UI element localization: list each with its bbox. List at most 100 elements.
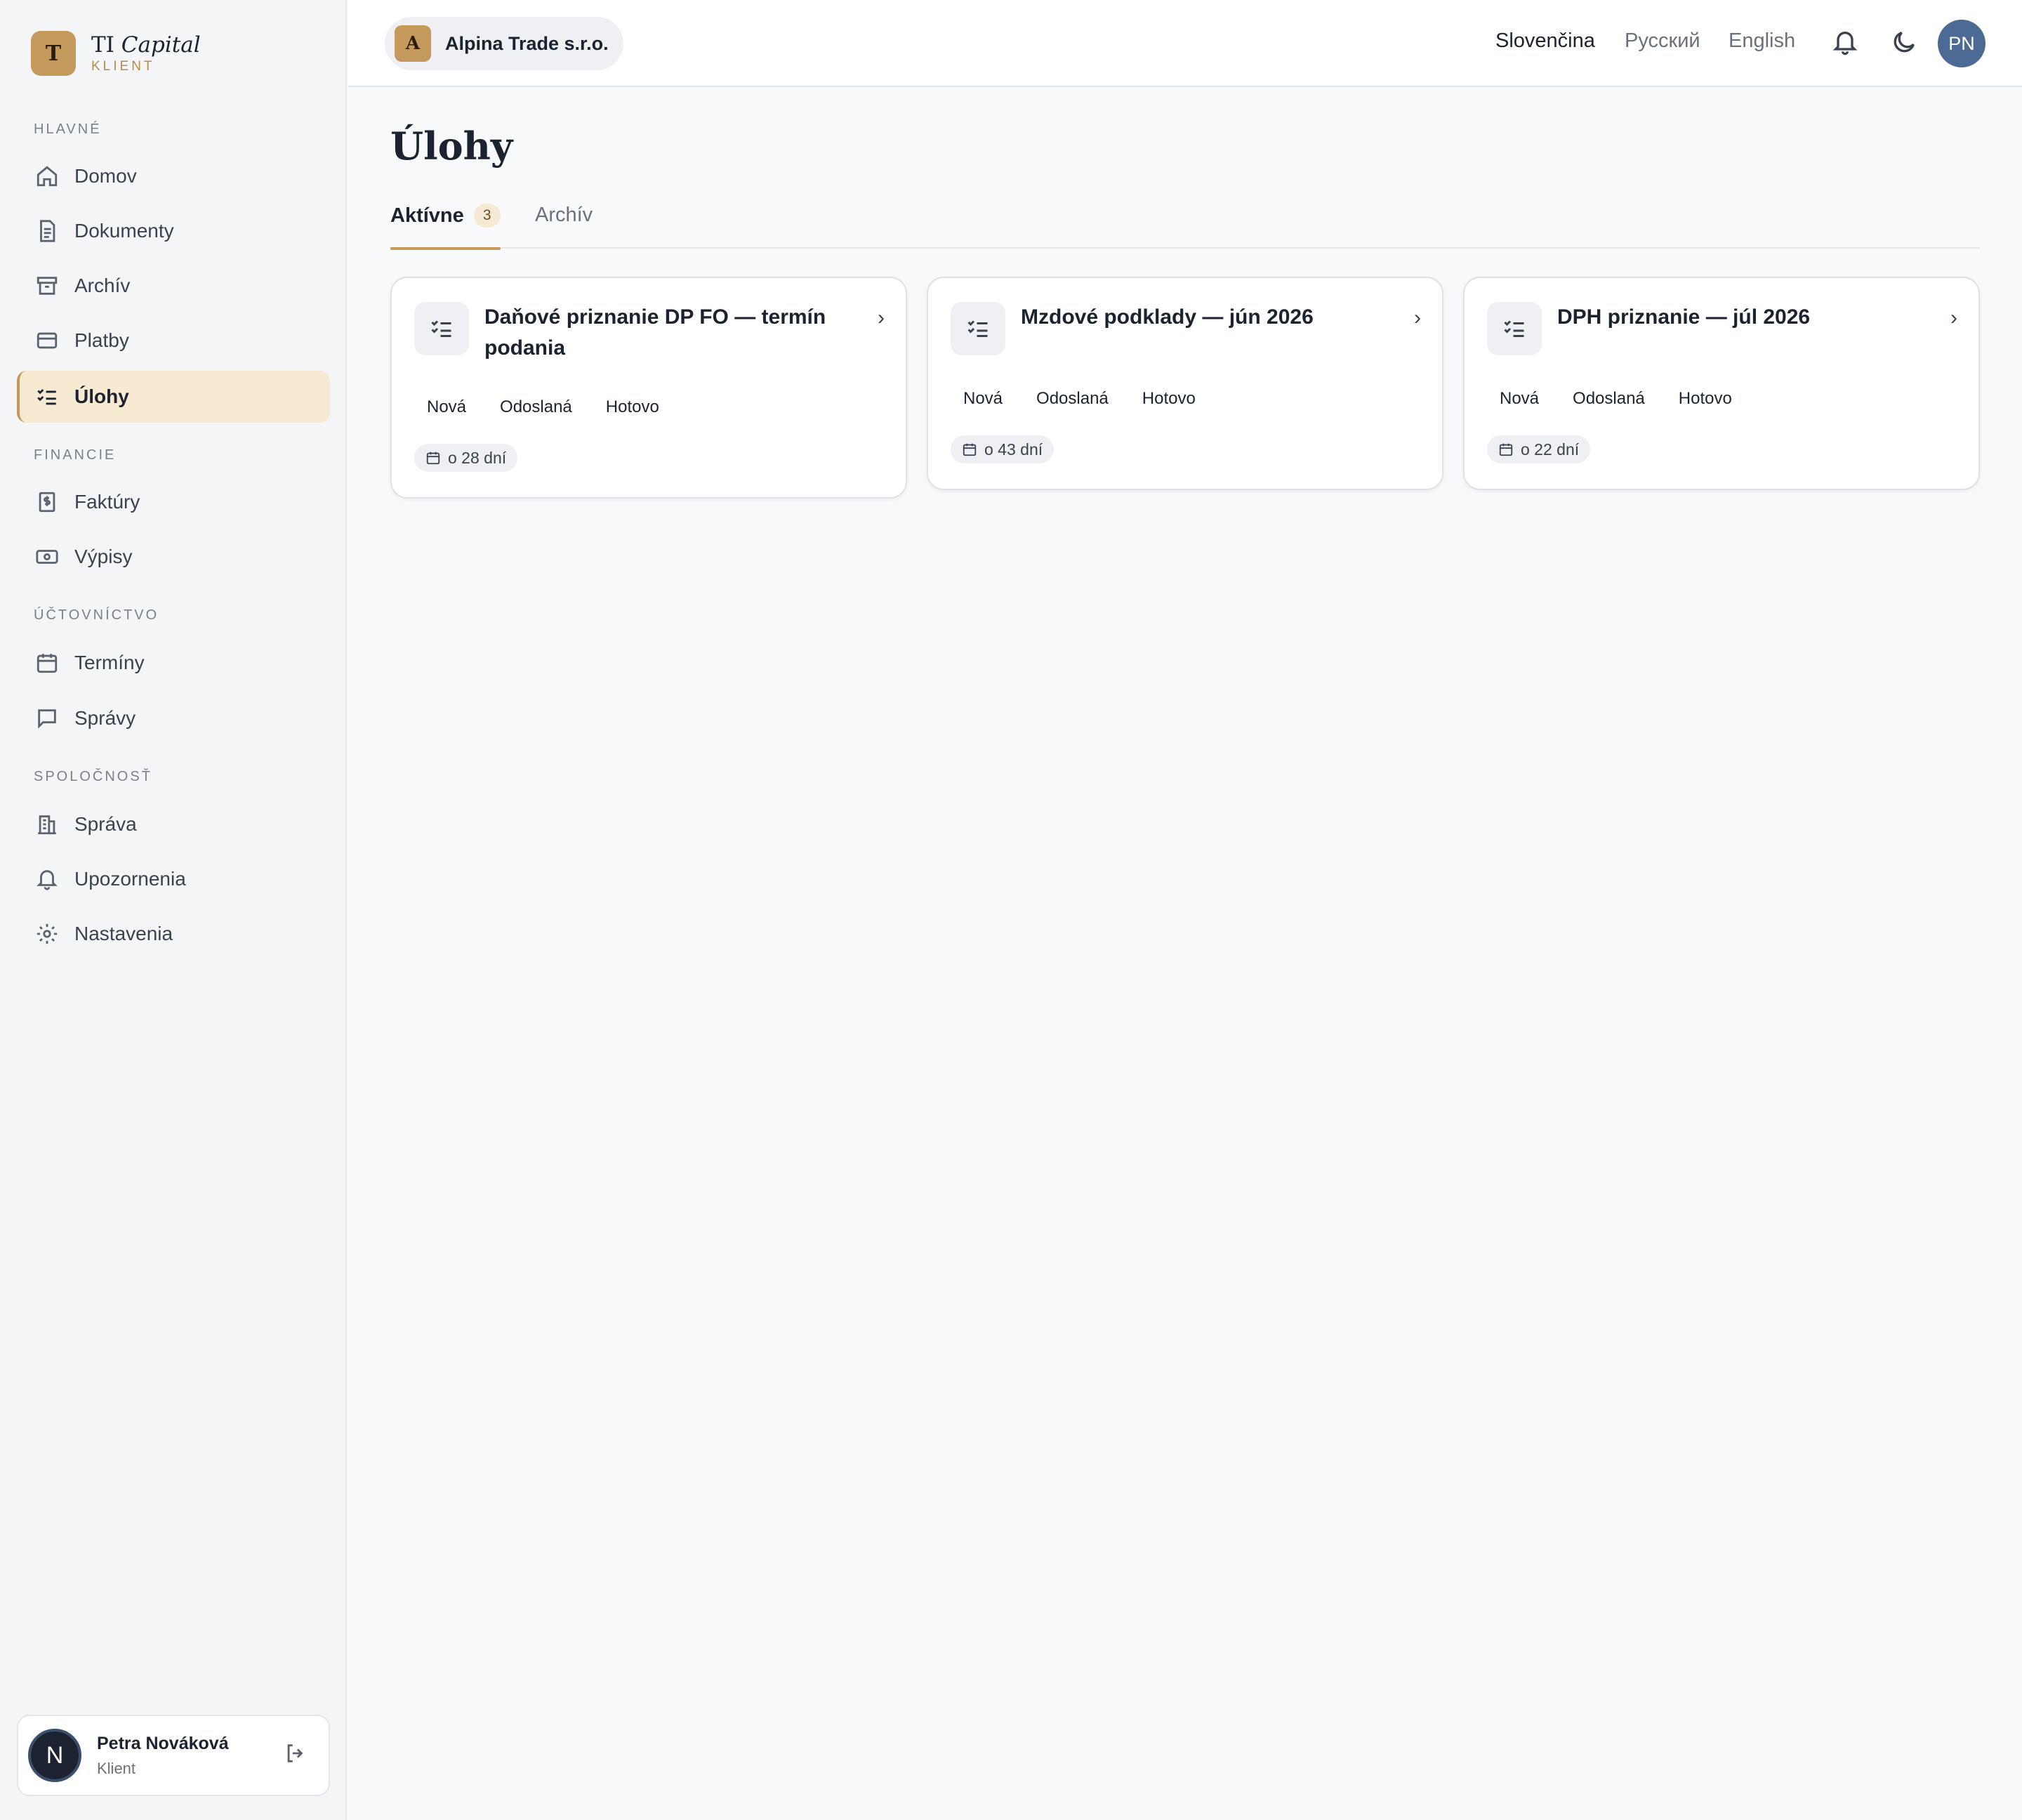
calendar-icon — [37, 654, 58, 673]
user-card: N Petra Nováková Klient — [17, 1715, 330, 1796]
section-label-financie: FINANCIE — [34, 447, 117, 463]
due-badge: o 28 dní — [414, 444, 518, 472]
sidebar-item-nastavenia[interactable]: Nastavenia — [17, 908, 330, 960]
theme-toggle[interactable] — [1890, 28, 1921, 59]
calendar-icon — [426, 451, 440, 465]
task-card[interactable]: DPH priznanie — júl 2026 › Nová Odoslaná… — [1463, 277, 1980, 490]
tab-label: Aktívne — [390, 204, 464, 227]
count-badge: 3 — [473, 204, 501, 228]
checklist-icon — [967, 320, 988, 337]
due-text: o 28 dní — [448, 448, 507, 467]
sidebar-item-spravy[interactable]: Správy — [17, 692, 330, 744]
sidebar-item-label: Úlohy — [74, 385, 129, 407]
sidebar-item-label: Dokumenty — [74, 220, 174, 242]
chevron-right-icon: › — [1950, 306, 1957, 329]
calendar-icon — [963, 443, 977, 456]
top-header: A Alpina Trade s.r.o. Slovenčina Русский… — [348, 0, 2022, 87]
home-icon — [37, 166, 58, 187]
step-nova: Nová — [963, 389, 1003, 408]
sidebar-item-label: Upozornenia — [74, 868, 186, 890]
tab-archiv[interactable]: Archív — [535, 204, 593, 227]
avatar[interactable]: N — [28, 1729, 81, 1782]
sidebar-item-dokumenty[interactable]: Dokumenty — [17, 205, 330, 257]
due-text: o 43 dní — [984, 440, 1043, 459]
logout-button[interactable] — [284, 1741, 312, 1769]
bell-icon — [1832, 32, 1858, 55]
sidebar-item-label: Faktúry — [74, 491, 140, 513]
sidebar-item-faktury[interactable]: Faktúry — [17, 476, 330, 528]
sidebar-item-label: Správa — [74, 813, 137, 835]
sidebar-item-ulohy[interactable]: Úlohy — [17, 371, 330, 423]
bell-icon — [37, 870, 58, 890]
tab-aktivne[interactable]: Aktívne 3 — [390, 204, 501, 250]
step-hotovo: Hotovo — [1142, 389, 1196, 408]
task-card[interactable]: Daňové priznanie DP FO — termín podania … — [390, 277, 907, 499]
company-switcher[interactable]: A Alpina Trade s.r.o. — [385, 17, 623, 70]
sidebar-item-domov[interactable]: Domov — [17, 150, 330, 202]
due-text: o 22 dní — [1521, 440, 1580, 459]
tab-label: Archív — [535, 204, 593, 226]
brand-mark: T — [31, 31, 76, 76]
banknote-icon — [36, 550, 58, 564]
task-steps: Nová Odoslaná Hotovo — [427, 397, 693, 417]
lang-slovencina[interactable]: Slovenčina — [1495, 29, 1595, 53]
moon-icon — [1894, 32, 1915, 53]
step-odoslana: Odoslaná — [1036, 389, 1109, 408]
building-icon — [38, 815, 56, 835]
sidebar-item-terminy[interactable]: Termíny — [17, 637, 330, 689]
task-steps: Nová Odoslaná Hotovo — [963, 389, 1229, 409]
sidebar-item-label: Termíny — [74, 652, 145, 673]
section-label-spolocnost: SPOLOČNOSŤ — [34, 769, 152, 784]
document-icon — [40, 220, 55, 242]
brand-name: TI Capital — [91, 32, 201, 58]
section-label-uctovnictvo: ÚČTOVNÍCTVO — [34, 607, 159, 623]
calendar-icon — [1499, 443, 1513, 456]
task-card[interactable]: Mzdové podklady — jún 2026 › Nová Odosla… — [927, 277, 1443, 490]
task-icon-box — [1487, 302, 1542, 355]
step-hotovo: Hotovo — [605, 397, 659, 416]
checklist-icon — [431, 320, 451, 337]
sidebar-item-label: Domov — [74, 165, 137, 187]
chevron-right-icon: › — [878, 306, 885, 329]
invoice-icon — [39, 492, 55, 513]
sidebar-item-vypisy[interactable]: Výpisy — [17, 531, 330, 583]
sidebar-item-label: Nastavenia — [74, 923, 173, 944]
sidebar-item-label: Platby — [74, 329, 129, 351]
page-title: Úlohy — [390, 124, 513, 169]
lang-russian[interactable]: Русский — [1625, 29, 1700, 53]
due-badge: o 22 dní — [1487, 435, 1591, 463]
brand-logo[interactable]: T TI Capital KLIENT — [31, 31, 201, 76]
step-odoslana: Odoslaná — [1573, 389, 1645, 408]
card-icon — [37, 332, 58, 349]
checklist-icon — [1504, 320, 1524, 337]
sidebar-item-archiv[interactable]: Archív — [17, 260, 330, 312]
logout-icon — [287, 1744, 303, 1762]
company-mark: A — [395, 25, 431, 62]
notifications-button[interactable] — [1831, 28, 1862, 59]
task-steps: Nová Odoslaná Hotovo — [1500, 389, 1766, 409]
task-title: Mzdové podklady — jún 2026 — [1021, 305, 1314, 329]
tabs: Aktívne 3 Archív — [390, 190, 1980, 250]
company-name: Alpina Trade s.r.o. — [445, 32, 609, 54]
gear-icon — [37, 923, 58, 944]
task-title: Daňové priznanie DP FO — termín podania — [484, 305, 826, 360]
lang-english[interactable]: English — [1729, 29, 1795, 53]
sidebar-item-upozornenia[interactable]: Upozornenia — [17, 853, 330, 905]
avatar[interactable]: PN — [1938, 20, 1985, 67]
due-badge: o 43 dní — [951, 435, 1055, 463]
section-label-hlavne: HLAVNÉ — [34, 121, 102, 137]
user-role: Klient — [97, 1759, 136, 1777]
sidebar-item-label: Správy — [74, 707, 136, 729]
archive-icon — [37, 277, 58, 295]
checklist-icon — [37, 389, 56, 405]
sidebar: T TI Capital KLIENT HLAVNÉ Domov Dokumen… — [0, 0, 347, 1820]
chevron-right-icon: › — [1414, 306, 1421, 329]
sidebar-item-label: Výpisy — [74, 546, 133, 567]
user-name: Petra Nováková — [97, 1733, 229, 1753]
task-icon-box — [414, 302, 469, 355]
sidebar-item-sprava[interactable]: Správa — [17, 798, 330, 850]
sidebar-item-platby[interactable]: Platby — [17, 315, 330, 367]
message-icon — [38, 709, 56, 729]
step-hotovo: Hotovo — [1678, 389, 1732, 408]
sidebar-item-label: Archív — [74, 275, 131, 296]
